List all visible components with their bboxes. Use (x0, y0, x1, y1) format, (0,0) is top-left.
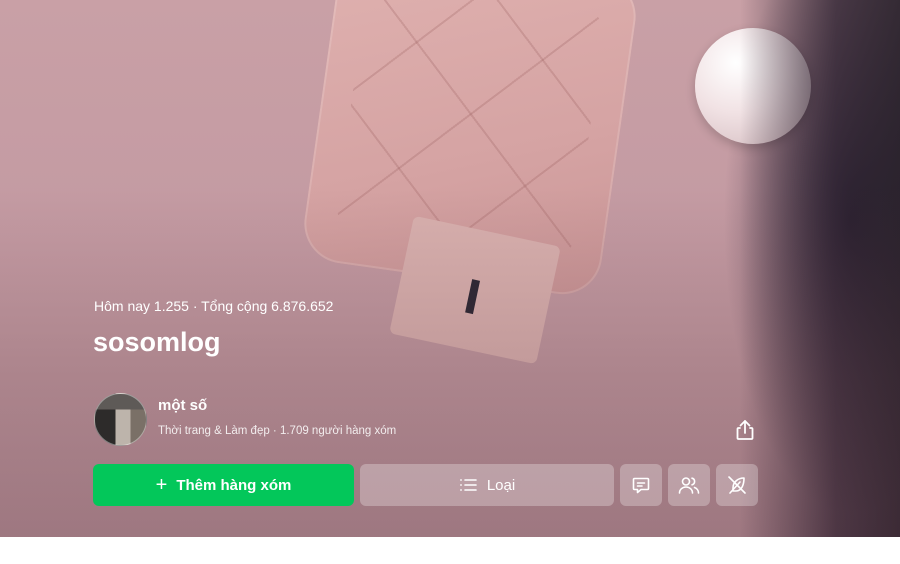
avatar[interactable] (94, 393, 147, 446)
cover-overlay (0, 0, 900, 537)
category-label: Loại (486, 476, 516, 494)
plus-icon: + (155, 474, 168, 496)
blog-title[interactable]: sosomlog (93, 327, 221, 358)
message-icon (632, 477, 650, 494)
write-button[interactable] (716, 464, 758, 506)
category-button[interactable]: Loại (360, 464, 614, 506)
people-icon (678, 477, 700, 494)
blog-owner-name[interactable]: một số (158, 397, 207, 414)
feather-icon (728, 476, 746, 494)
list-icon (459, 479, 477, 491)
cover-image: Hôm nay 1.255 · Tổng cộng 6.876.652 soso… (0, 0, 900, 537)
message-button[interactable] (620, 464, 662, 506)
visitor-stats: Hôm nay 1.255 · Tổng cộng 6.876.652 (94, 298, 334, 314)
add-neighbor-button[interactable]: + Thêm hàng xóm (93, 464, 354, 506)
neighbors-button[interactable] (668, 464, 710, 506)
add-neighbor-label: Thêm hàng xóm (176, 476, 292, 494)
share-icon[interactable] (733, 418, 757, 442)
blog-category-meta: Thời trang & Làm đẹp · 1.709 người hàng … (158, 425, 397, 437)
